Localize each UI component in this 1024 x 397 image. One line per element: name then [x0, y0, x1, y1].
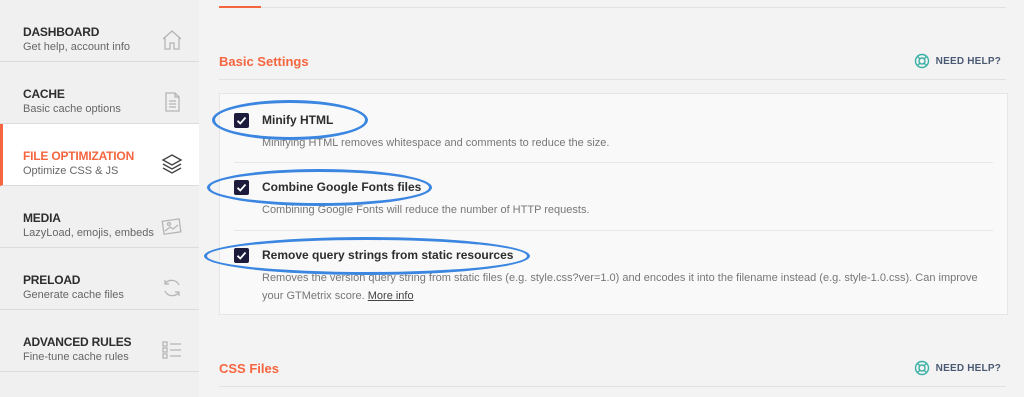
- section-title-css-files: CSS Files: [219, 361, 279, 376]
- sidebar-item-title: ADVANCED RULES: [23, 335, 132, 349]
- tab-underline: [219, 0, 1006, 8]
- page-icon: [165, 92, 180, 112]
- sidebar-item-dashboard[interactable]: DASHBOARD Get help, account info: [0, 0, 199, 62]
- checkmark-icon: [236, 183, 247, 192]
- basic-settings-panel: Minify HTML Minifying HTML removes white…: [219, 93, 1008, 315]
- image-icon: [161, 218, 182, 235]
- lifebuoy-icon: [914, 360, 929, 376]
- sidebar-item-title: CACHE: [23, 87, 65, 101]
- sidebar: DASHBOARD Get help, account info CACHE B…: [0, 0, 199, 397]
- option-description: Minifying HTML removes whitespace and co…: [262, 137, 610, 149]
- option-divider: [234, 162, 993, 163]
- more-info-link[interactable]: More info: [368, 290, 414, 302]
- sidebar-item-title: DASHBOARD: [23, 25, 100, 39]
- sidebar-item-subtitle: Generate cache files: [23, 289, 124, 301]
- list-icon: [162, 341, 181, 359]
- checkmark-icon: [236, 116, 247, 125]
- option-label: Combine Google Fonts files: [262, 180, 422, 194]
- need-help-link[interactable]: NEED HELP?: [914, 360, 1001, 376]
- need-help-label: NEED HELP?: [935, 55, 1001, 67]
- sidebar-item-title: PRELOAD: [23, 273, 81, 287]
- main-content: Basic Settings NEED HELP? Minify HTML Mi…: [199, 0, 1024, 397]
- combine-google-fonts-checkbox[interactable]: [234, 180, 249, 195]
- sidebar-item-file-optimization[interactable]: FILE OPTIMIZATION Optimize CSS & JS: [0, 124, 199, 186]
- checkmark-icon: [236, 251, 247, 260]
- sidebar-item-subtitle: Fine-tune cache rules: [23, 351, 129, 363]
- refresh-icon: [164, 279, 180, 297]
- sidebar-item-subtitle: LazyLoad, emojis, embeds: [23, 227, 154, 239]
- sidebar-item-subtitle: Get help, account info: [23, 41, 131, 53]
- sidebar-item-subtitle: Basic cache options: [23, 103, 121, 115]
- home-icon: [162, 30, 182, 50]
- option-divider: [234, 230, 993, 231]
- sidebar-item-title: MEDIA: [23, 211, 61, 225]
- option-description: Removes the version query string from st…: [262, 269, 992, 305]
- sidebar-item-preload[interactable]: PRELOAD Generate cache files: [0, 248, 199, 310]
- option-description: Combining Google Fonts will reduce the n…: [262, 204, 590, 216]
- option-label: Remove query strings from static resourc…: [262, 248, 514, 262]
- remove-query-strings-checkbox[interactable]: [234, 248, 249, 263]
- sidebar-item-media[interactable]: MEDIA LazyLoad, emojis, embeds: [0, 186, 199, 248]
- section-title-basic-settings: Basic Settings: [219, 54, 309, 69]
- layers-icon: [161, 154, 183, 174]
- active-tab-indicator: [219, 6, 261, 8]
- option-label: Minify HTML: [262, 113, 334, 127]
- lifebuoy-icon: [914, 53, 929, 69]
- section-divider: [219, 79, 1006, 80]
- sidebar-item-title: FILE OPTIMIZATION: [23, 149, 135, 163]
- sidebar-item-cache[interactable]: CACHE Basic cache options: [0, 62, 199, 124]
- minify-html-checkbox[interactable]: [234, 113, 249, 128]
- section-divider: [219, 386, 1006, 387]
- sidebar-item-subtitle: Optimize CSS & JS: [23, 165, 119, 177]
- need-help-link[interactable]: NEED HELP?: [914, 53, 1001, 69]
- need-help-label: NEED HELP?: [935, 362, 1001, 374]
- sidebar-item-advanced-rules[interactable]: ADVANCED RULES Fine-tune cache rules: [0, 310, 199, 372]
